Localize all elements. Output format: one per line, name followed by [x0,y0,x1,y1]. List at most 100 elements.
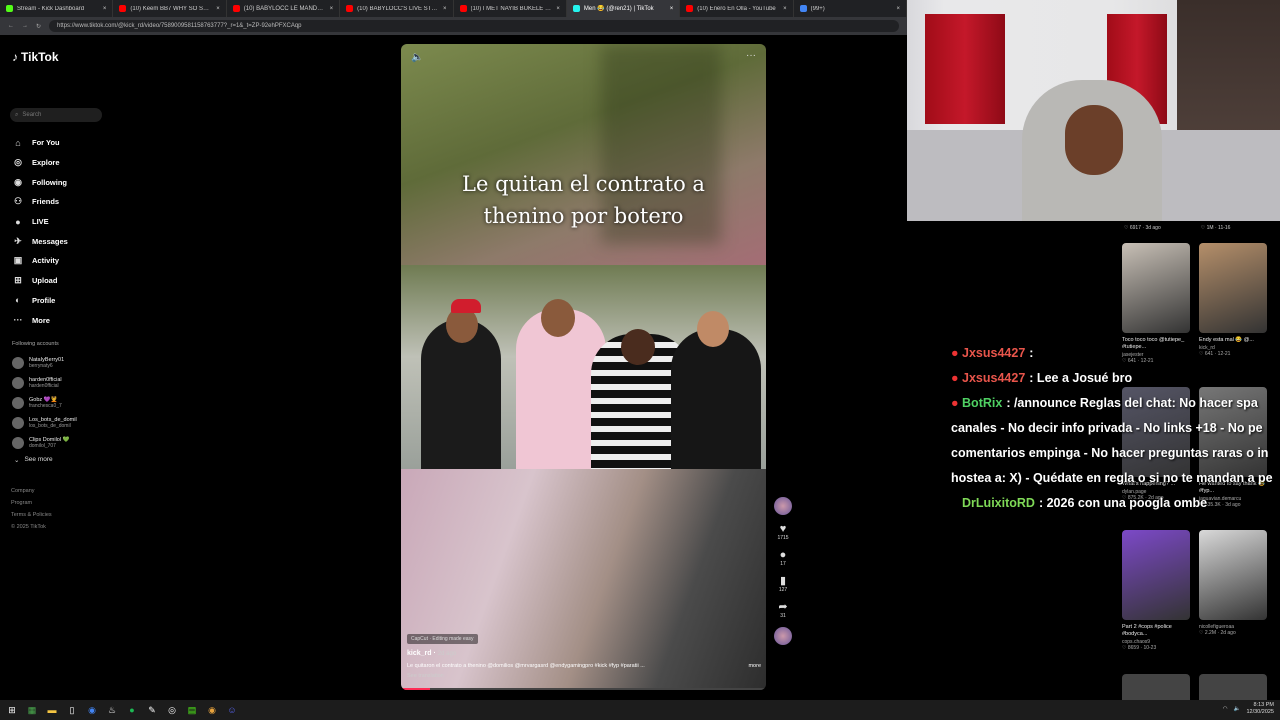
sidebar-item-label: Messages [32,236,68,246]
tool-icon[interactable]: ✎ [146,704,158,716]
back-icon[interactable]: ← [8,23,14,29]
following-account[interactable]: Gobz 💜💆 franchesca0_7 [12,393,112,413]
sidebar-item-profile[interactable]: ◐ Profile [12,291,112,311]
following-account[interactable]: harden0fficial harden0fficial [12,373,112,393]
search-input[interactable]: ⌕ Search [10,108,102,122]
spotify-icon[interactable]: ● [126,704,138,716]
wifi-icon[interactable]: ◠ [1223,706,1228,712]
profile-icon: ◐ [15,295,21,306]
video-thumbnail [1122,243,1190,333]
close-icon[interactable]: × [670,6,674,12]
footer-program-link[interactable]: Program [11,497,52,509]
more-link[interactable]: more [748,663,761,669]
file-icon[interactable]: ▯ [66,704,78,716]
sidebar-item-following[interactable]: ◉ Following [12,172,112,192]
close-icon[interactable]: × [443,6,447,12]
volume-icon[interactable]: 🔈 [1234,706,1241,712]
comment-button[interactable]: ● 17 [772,549,794,567]
webcam-overlay [907,0,1280,221]
close-icon[interactable]: × [330,6,334,12]
stream-chat-overlay: ● Jxsus4427: ● Jxsus4427: Lee a Josué bro… [951,341,1280,516]
creator-avatar[interactable] [774,497,792,515]
see-more-button[interactable]: ⌄ See more [14,456,53,464]
related-video-card[interactable]: nicollefigueroaa ♡ 2.2M · 2d ago [1199,530,1269,636]
discord-icon[interactable]: ☺ [226,704,238,716]
sidebar-item-label: Following [32,177,67,187]
following-account[interactable]: Clips Domilol 💚 domilol_707 [12,433,112,453]
chrome-icon[interactable]: ◉ [86,704,98,716]
browser-tab[interactable]: Stream - Kick Dashboard × [0,0,114,17]
chat-badge-icon: ● [951,396,963,410]
share-button[interactable]: ➦ 31 [772,601,794,619]
video-options-icon[interactable]: ··· [746,50,756,61]
avatar [12,437,24,449]
sidebar-item-for-you[interactable]: ⌂ For You [12,133,112,153]
capcut-label[interactable]: CapCut · Editing made easy [407,634,478,644]
video-info: CapCut · Editing made easy kick_rd · 2d … [407,634,761,679]
tiktok-logo[interactable]: ♪ TikTok [12,50,59,64]
browser-tab[interactable]: (10) Keem BB7 WHY SO SERIOUS× [113,0,227,17]
footer-terms-link[interactable]: Terms & Policies [11,509,52,521]
chat-text: : Lee a Josué bro [1029,371,1133,385]
sidebar-item-label: Upload [32,276,58,286]
share-count: 31 [780,613,786,619]
save-button[interactable]: ▮ 127 [772,575,794,593]
windows-start-icon[interactable]: ⊞ [6,704,18,716]
music-disc-avatar[interactable] [774,627,792,645]
favicon-icon [799,5,807,12]
chat-username[interactable]: Jxsus4427 [962,346,1025,360]
favicon-icon [232,5,240,12]
browser-tab[interactable]: Men 😂 (@ren21) | TikTok × [566,0,681,17]
close-icon[interactable]: × [103,6,107,12]
friends-icon: ⚇ [13,196,23,207]
footer-company-link[interactable]: Company [11,485,52,497]
sidebar-item-messages[interactable]: ✈ Messages [12,231,112,251]
chat-username[interactable]: BotRix [962,396,1002,410]
folder-icon[interactable]: ▬ [46,704,58,716]
steam-icon[interactable]: ♨ [106,704,118,716]
obs-icon[interactable]: ◎ [166,704,178,716]
close-icon[interactable]: × [556,6,560,12]
volume-icon[interactable]: 🔈 [411,52,423,63]
see-translation-link[interactable]: See translation [407,673,761,679]
forward-icon[interactable]: → [22,23,28,29]
video-author[interactable]: kick_rd · 2d ago [407,650,761,657]
video-caption-overlay: Le quitan el contrato a thenino por bote… [462,172,705,228]
sidebar-item-label: More [32,315,50,325]
following-icon: ◉ [14,176,22,187]
following-account[interactable]: Los_bots_de_domil los_bots_de_domil [12,413,112,433]
sidebar-item-live[interactable]: ● LIVE [12,212,112,232]
close-icon[interactable]: × [216,6,220,12]
browser-tab[interactable]: (99+) × [794,0,907,17]
app-icon[interactable]: ▦ [26,704,38,716]
chat-message: hostea a: X) - Quédate en regla o si no … [951,466,1280,491]
sidebar-item-more[interactable]: ··· More [12,310,112,330]
chrome-icon[interactable]: ◉ [206,704,218,716]
clock[interactable]: 8:13 PM 12/30/2025 [1246,702,1274,716]
browser-tab[interactable]: (10) BABYLOCC'S LIVE STREAM R× [340,0,454,17]
reload-icon[interactable]: ↻ [36,23,41,30]
url-field[interactable]: https://www.tiktok.com/@kick_rd/video/75… [49,20,899,32]
person-figure [671,329,761,469]
like-button[interactable]: ♥ 1715 [772,523,794,541]
related-video-card[interactable]: Endy esta mal 😂 @... kick_rd ♡ 641 · 12-21 [1199,243,1269,357]
sidebar-item-friends[interactable]: ⚇ Friends [12,192,112,212]
kick-icon[interactable]: ▤ [186,704,198,716]
address-bar-row: ← → ↻ https://www.tiktok.com/@kick_rd/vi… [0,17,907,35]
video-player[interactable]: Le quitan el contrato a thenino por bote… [401,44,766,690]
following-account[interactable]: NataIyBerry01 berrynaty6 [12,353,112,373]
chat-username[interactable]: Jxsus4427 [962,371,1025,385]
browser-tab[interactable]: (10) I MET NAYIB BUKELE (PRESID× [454,0,567,17]
browser-tab[interactable]: (10) BABYLOCC LE MANDA🔥A × [227,0,341,17]
sidebar-item-upload[interactable]: ⊞ Upload [12,271,112,291]
following-accounts-header: Following accounts [12,341,59,347]
video-progress-bar[interactable] [401,688,766,690]
sidebar-item-activity[interactable]: ▣ Activity [12,251,112,271]
close-icon[interactable]: × [896,6,900,12]
chat-username[interactable]: DrLuixitoRD [962,496,1035,510]
browser-tab[interactable]: (10) Enero En Olla - YouTube × [680,0,794,17]
related-video-card[interactable]: Part 2 #cops #police #bodyca... cops.chao… [1122,530,1192,651]
close-icon[interactable]: × [783,6,787,12]
sidebar-item-explore[interactable]: ◎ Explore [12,153,112,173]
favicon-icon [686,5,694,12]
